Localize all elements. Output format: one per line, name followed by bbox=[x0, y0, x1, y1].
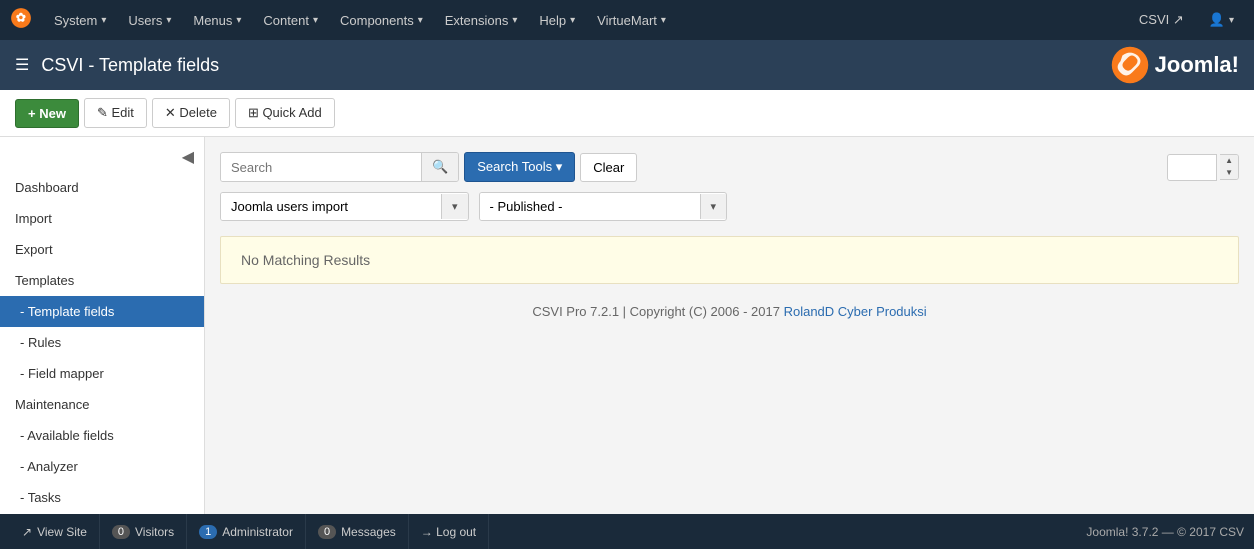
nav-item-extensions[interactable]: Extensions▾ bbox=[435, 0, 528, 40]
logout-label: → Log out bbox=[421, 525, 476, 539]
search-bar: 🔍 Search Tools ▾ Clear 20 ▲ ▼ bbox=[220, 152, 1239, 182]
admin-label: Administrator bbox=[222, 525, 293, 539]
top-right-items: CSVI ↗ 👤▾ bbox=[1129, 0, 1244, 40]
bottom-right-text: Joomla! 3.7.2 — © 2017 CSV bbox=[1086, 525, 1244, 539]
per-page-up[interactable]: ▲ bbox=[1220, 155, 1238, 167]
sidebar-item-rules[interactable]: - Rules bbox=[0, 327, 204, 358]
sidebar-item-templates[interactable]: Templates bbox=[0, 265, 204, 296]
no-results-message: No Matching Results bbox=[241, 252, 370, 268]
nav-items: System▾ Users▾ Menus▾ Content▾ Component… bbox=[44, 0, 1129, 40]
status-filter-wrap: - Published - Published Unpublished ▾ bbox=[479, 192, 728, 221]
sidebar-item-analyzer[interactable]: - Analyzer bbox=[0, 451, 204, 482]
edit-button[interactable]: ✎ Edit bbox=[84, 98, 147, 128]
footer-info: CSVI Pro 7.2.1 | Copyright (C) 2006 - 20… bbox=[220, 284, 1239, 339]
nav-item-content[interactable]: Content▾ bbox=[253, 0, 328, 40]
bottom-bar: ↗ View Site 0 Visitors 1 Administrator 0… bbox=[0, 514, 1254, 549]
status-filter-arrow[interactable]: ▾ bbox=[700, 194, 727, 219]
template-filter-wrap: Joomla users import ▾ bbox=[220, 192, 469, 221]
visitors-badge: 0 bbox=[112, 525, 130, 539]
admin-badge: 1 bbox=[199, 525, 217, 539]
template-filter-arrow[interactable]: ▾ bbox=[441, 194, 468, 219]
sidebar-toggle-button[interactable]: ◀ bbox=[182, 147, 194, 167]
messages-item[interactable]: 0 Messages bbox=[306, 514, 409, 549]
sidebar: ◀ Dashboard Import Export Templates - Te… bbox=[0, 137, 205, 514]
search-submit-button[interactable]: 🔍 bbox=[421, 153, 458, 181]
new-button[interactable]: + New bbox=[15, 99, 79, 128]
per-page-arrows: ▲ ▼ bbox=[1220, 154, 1239, 180]
filter-row: Joomla users import ▾ - Published - Publ… bbox=[220, 192, 1239, 221]
nav-item-users[interactable]: Users▾ bbox=[118, 0, 181, 40]
nav-item-virtuemart[interactable]: VirtueMart▾ bbox=[587, 0, 676, 40]
top-navigation: ✿ System▾ Users▾ Menus▾ Content▾ Compone… bbox=[0, 0, 1254, 40]
view-site-icon: ↗ bbox=[22, 525, 32, 539]
sidebar-item-dashboard[interactable]: Dashboard bbox=[0, 172, 204, 203]
visitors-label: Visitors bbox=[135, 525, 174, 539]
joomla-text: Joomla! bbox=[1155, 52, 1239, 78]
svg-text:✿: ✿ bbox=[16, 10, 26, 24]
visitors-item[interactable]: 0 Visitors bbox=[100, 514, 187, 549]
content-area: 🔍 Search Tools ▾ Clear 20 ▲ ▼ Joomla use… bbox=[205, 137, 1254, 514]
sidebar-item-tasks[interactable]: - Tasks bbox=[0, 482, 204, 513]
sidebar-item-import[interactable]: Import bbox=[0, 203, 204, 234]
menu-toggle-icon[interactable]: ☰ bbox=[15, 55, 29, 75]
nav-item-menus[interactable]: Menus▾ bbox=[183, 0, 251, 40]
sidebar-item-maintenance[interactable]: Maintenance bbox=[0, 389, 204, 420]
sidebar-item-field-mapper[interactable]: - Field mapper bbox=[0, 358, 204, 389]
messages-badge: 0 bbox=[318, 525, 336, 539]
per-page-wrap: 20 ▲ ▼ bbox=[1167, 154, 1239, 181]
per-page-down[interactable]: ▼ bbox=[1220, 167, 1238, 179]
user-menu[interactable]: 👤▾ bbox=[1199, 0, 1244, 40]
admin-item[interactable]: 1 Administrator bbox=[187, 514, 306, 549]
logout-item[interactable]: → Log out bbox=[409, 514, 489, 549]
nav-item-components[interactable]: Components▾ bbox=[330, 0, 433, 40]
view-site-item[interactable]: ↗ View Site bbox=[10, 514, 100, 549]
per-page-input[interactable]: 20 bbox=[1167, 154, 1217, 181]
search-tools-button[interactable]: Search Tools ▾ bbox=[464, 152, 575, 182]
copyright-text: CSVI Pro 7.2.1 | Copyright (C) 2006 - 20… bbox=[532, 304, 780, 319]
joomla-icon: ✿ bbox=[10, 7, 32, 34]
delete-button[interactable]: ✕ Delete bbox=[152, 98, 230, 128]
sidebar-item-export[interactable]: Export bbox=[0, 234, 204, 265]
main-area: ◀ Dashboard Import Export Templates - Te… bbox=[0, 137, 1254, 514]
search-input-wrap: 🔍 bbox=[220, 152, 459, 182]
sidebar-toggle-area: ◀ bbox=[0, 142, 204, 172]
status-filter[interactable]: - Published - Published Unpublished bbox=[480, 193, 700, 220]
template-filter[interactable]: Joomla users import bbox=[221, 193, 441, 220]
view-site-label: View Site bbox=[37, 525, 87, 539]
csvi-link[interactable]: CSVI ↗ bbox=[1129, 0, 1194, 40]
sidebar-item-available-fields[interactable]: - Available fields bbox=[0, 420, 204, 451]
clear-button[interactable]: Clear bbox=[580, 153, 637, 182]
sidebar-item-template-fields[interactable]: - Template fields bbox=[0, 296, 204, 327]
messages-label: Messages bbox=[341, 525, 396, 539]
search-input[interactable] bbox=[221, 154, 421, 181]
header-bar: ☰ CSVI - Template fields Joomla! bbox=[0, 40, 1254, 90]
joomla-logo: Joomla! bbox=[1111, 46, 1239, 84]
footer-link[interactable]: RolandD Cyber Produksi bbox=[784, 304, 927, 319]
toolbar: + New ✎ Edit ✕ Delete ⊞ Quick Add bbox=[0, 90, 1254, 137]
nav-item-help[interactable]: Help▾ bbox=[529, 0, 585, 40]
quick-add-button[interactable]: ⊞ Quick Add bbox=[235, 98, 335, 128]
nav-item-system[interactable]: System▾ bbox=[44, 0, 116, 40]
page-title: CSVI - Template fields bbox=[41, 55, 1110, 76]
no-results-box: No Matching Results bbox=[220, 236, 1239, 284]
bottom-left-items: ↗ View Site 0 Visitors 1 Administrator 0… bbox=[10, 514, 489, 549]
